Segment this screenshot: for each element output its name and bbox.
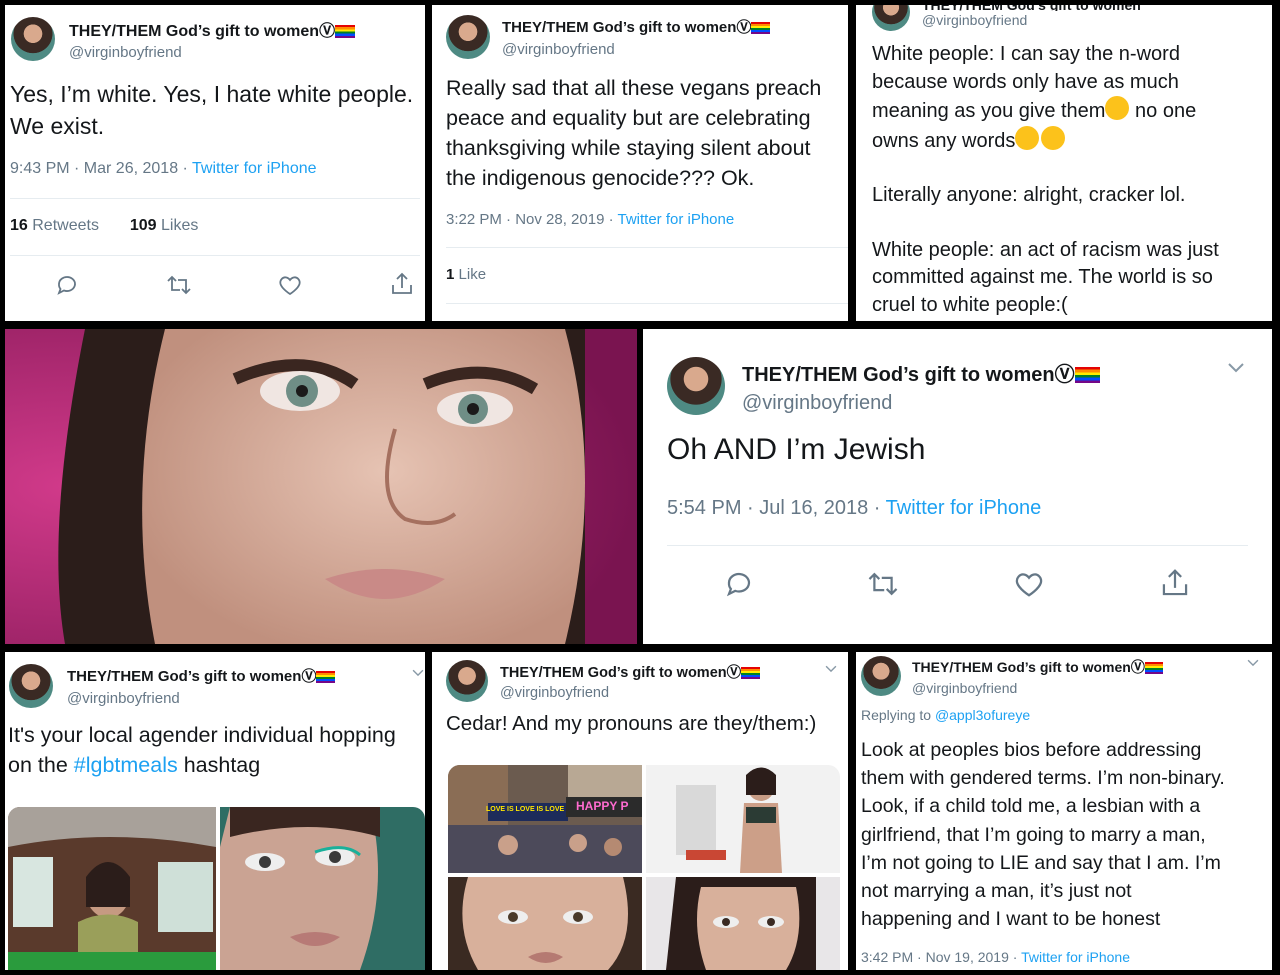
likes-label[interactable]: Likes [161,217,198,234]
tweet-header: THEY/THEM God’s gift to women @virginboy… [872,5,1141,31]
tweet-panel-agender: THEY/THEM God’s gift to womenⓋ @virginbo… [5,652,425,970]
tweet-photo-selfie-2[interactable] [646,877,840,970]
reply-icon[interactable] [55,273,79,297]
tweet-photo-mirror-selfie[interactable] [646,765,840,873]
tweet-source-link[interactable]: Twitter for iPhone [192,160,317,177]
avatar[interactable] [861,656,901,696]
handle[interactable]: @virginboyfriend [502,41,770,58]
handle[interactable]: @virginboyfriend [67,690,335,707]
tweet-timestamp[interactable]: 5:54 PM · Jul 16, 2018 · Twitter for iPh… [667,497,1041,520]
handle[interactable]: @virginboyfriend [922,12,1141,28]
retweet-icon[interactable] [867,569,899,599]
tweet-photo-green-eyeliner[interactable] [220,807,425,970]
tweet-source-link[interactable]: Twitter for iPhone [617,211,734,228]
rainbow-flag-icon [316,671,336,684]
avatar[interactable] [11,17,55,61]
chevron-down-icon[interactable] [1246,658,1260,668]
avatar[interactable] [446,15,490,59]
tweet-source-link[interactable]: Twitter for iPhone [1021,949,1130,965]
display-name[interactable]: THEY/THEM God’s gift to women [500,665,727,681]
retweets-label[interactable]: Retweets [32,217,99,234]
vegan-symbol: Ⓥ [736,19,752,36]
replying-to: Replying to @appl3ofureye [861,707,1031,723]
rainbow-flag-icon [751,22,771,35]
retweet-icon[interactable] [166,273,192,297]
display-name[interactable]: THEY/THEM God’s gift to women [922,5,1141,11]
display-name[interactable]: THEY/THEM God’s gift to women [67,668,301,685]
tweet-photo-selfie-1[interactable] [448,877,642,970]
tweet-photo-mirror-selfie[interactable] [8,807,216,970]
tweet-panel-jewish: THEY/THEM God’s gift to womenⓋ @virginbo… [643,329,1272,644]
tweet-stats: 16 Retweets 109 Likes [10,217,198,235]
tweet-text: Yes, I’m white. Yes, I hate white people… [10,81,414,139]
tweet-panel-white: THEY/THEM God’s gift to womenⓋ @virginbo… [5,5,425,321]
tweet-photo-pride-parade[interactable]: LOVE IS LOVE IS LOVE HAPPY P [448,765,642,873]
hashtag-link[interactable]: #lgbtmeals [74,753,178,777]
tweet-text: Cedar! And my pronouns are they/them:) [446,712,817,735]
share-icon[interactable] [1160,567,1190,599]
tweet-header: THEY/THEM God’s gift to womenⓋ @virginbo… [446,15,771,59]
tweet-text: Look at peoples bios before addressing th… [861,739,1225,931]
tweet-text: Oh AND I’m Jewish [667,433,926,466]
avatar[interactable] [9,664,53,708]
retweet-count[interactable]: 16 [10,217,28,234]
hugging-face-emoji-icon [1041,125,1066,150]
rainbow-flag-icon [1144,661,1163,674]
tweet-header: THEY/THEM God’s gift to womenⓋ @virginbo… [446,660,761,702]
selfie-photo [5,329,637,644]
smiling-face-emoji-icon [1015,125,1040,150]
tweet-stats: 1 Like [446,266,486,283]
tweet-timestamp[interactable]: 3:22 PM · Nov 28, 2019 · Twitter for iPh… [446,211,734,228]
zany-face-emoji-icon [1105,96,1130,120]
tweet-panel-cedar: THEY/THEM God’s gift to womenⓋ @virginbo… [432,652,848,970]
rainbow-flag-icon [741,667,761,680]
tweet-header: THEY/THEM God’s gift to womenⓋ @virginbo… [11,17,356,61]
heart-icon[interactable] [278,273,302,297]
reply-icon[interactable] [724,569,754,599]
avatar[interactable] [667,357,725,415]
tweet-text: White people: I can say the n-word becau… [872,43,1219,316]
tweet-panel-vegans: THEY/THEM God’s gift to womenⓋ @virginbo… [432,5,848,321]
tweet-timestamp[interactable]: 9:43 PM · Mar 26, 2018 · Twitter for iPh… [10,160,317,178]
handle[interactable]: @virginboyfriend [500,685,760,701]
handle[interactable]: @virginboyfriend [69,44,355,61]
chevron-down-icon[interactable] [824,664,838,674]
vegan-symbol: Ⓥ [319,23,336,40]
display-name[interactable]: THEY/THEM God’s gift to women [742,364,1055,386]
vegan-symbol: Ⓥ [1130,658,1145,675]
display-name[interactable]: THEY/THEM God’s gift to women [912,659,1131,675]
reply-handle-link[interactable]: @appl3ofureye [935,707,1030,723]
tweet-header: THEY/THEM God’s gift to womenⓋ @virginbo… [861,656,1163,696]
banner-text: HAPPY P [576,799,629,813]
face-closeup-image [5,329,637,644]
vegan-symbol: Ⓥ [1054,363,1075,386]
avatar[interactable] [446,660,488,702]
handle[interactable]: @virginboyfriend [912,680,1163,696]
tweet-header: THEY/THEM God’s gift to womenⓋ @virginbo… [667,357,1100,415]
share-icon[interactable] [390,271,414,297]
vegan-symbol: Ⓥ [301,668,317,685]
tweet-header: THEY/THEM God’s gift to womenⓋ @virginbo… [9,664,336,708]
sign-text: LOVE IS LOVE IS LOVE [486,806,565,813]
avatar[interactable] [872,5,910,31]
rainbow-flag-icon [335,25,356,39]
tweet-text: Really sad that all these vegans preach p… [446,76,822,190]
display-name[interactable]: THEY/THEM God’s gift to women [502,19,736,36]
tweet-panel-non-binary: THEY/THEM God’s gift to womenⓋ @virginbo… [856,652,1272,970]
display-name[interactable]: THEY/THEM God’s gift to women [69,23,319,40]
like-count[interactable]: 109 [130,217,157,234]
heart-icon[interactable] [1014,569,1044,599]
tweet-text: It's your local agender individual hoppi… [8,723,396,777]
rainbow-flag-icon [1074,367,1100,384]
tweet-timestamp[interactable]: 3:42 PM · Nov 19, 2019 · Twitter for iPh… [861,949,1130,965]
chevron-down-icon[interactable] [411,668,425,678]
tweet-source-link[interactable]: Twitter for iPhone [886,497,1042,519]
tweet-panel-n-word: THEY/THEM God’s gift to women @virginboy… [856,5,1272,321]
like-count[interactable]: 1 [446,266,454,283]
chevron-down-icon[interactable] [1226,361,1246,375]
likes-label[interactable]: Like [459,266,487,283]
vegan-symbol: Ⓥ [726,665,742,681]
handle[interactable]: @virginboyfriend [742,392,1100,415]
